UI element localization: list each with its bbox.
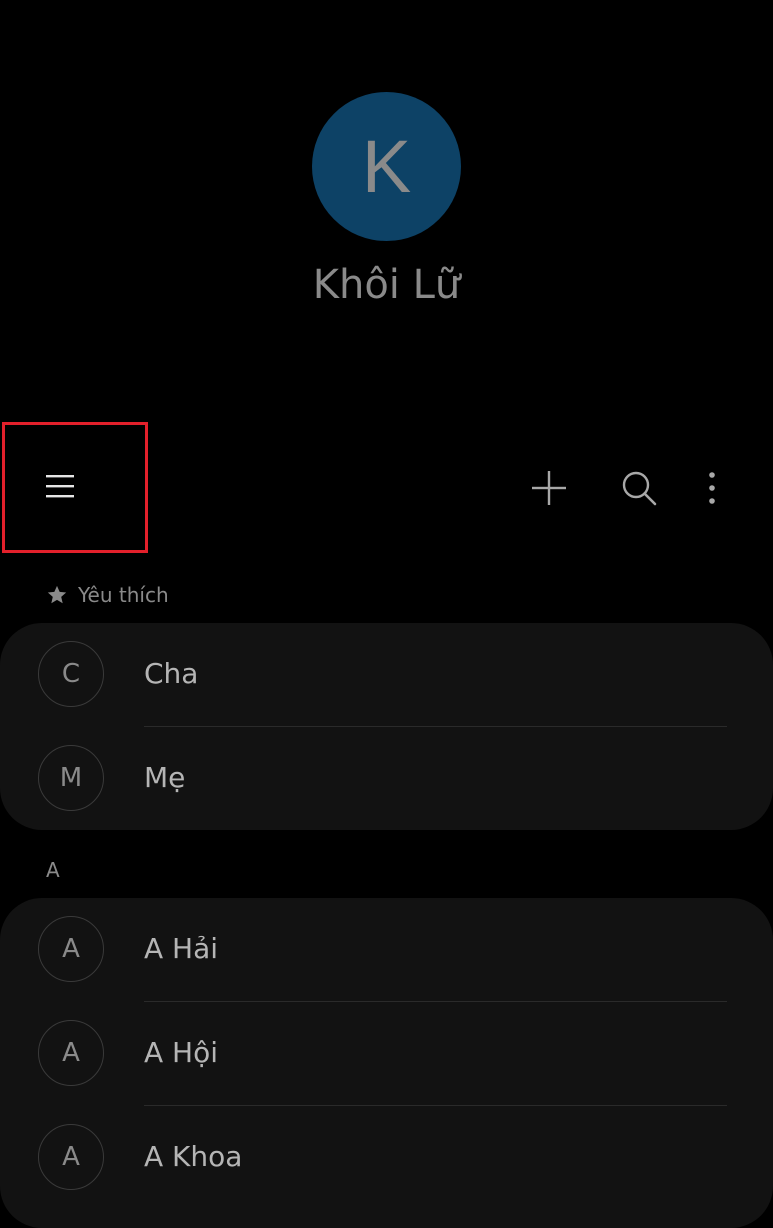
contact-avatar: A — [38, 916, 104, 982]
contact-row[interactable]: M Mẹ — [0, 727, 773, 830]
profile-avatar[interactable]: K — [312, 92, 461, 241]
add-contact-button[interactable] — [527, 466, 571, 510]
contact-avatar: C — [38, 641, 104, 707]
contact-avatar: A — [38, 1020, 104, 1086]
section-a-label: A — [46, 858, 60, 882]
search-icon — [622, 471, 657, 506]
contact-row[interactable]: A A Hải — [0, 898, 773, 1002]
contacts-list-a: A A Hải A A Hội A A Khoa — [0, 898, 773, 1228]
contact-avatar: M — [38, 745, 104, 811]
contact-name: Mẹ — [144, 761, 186, 794]
plus-icon — [532, 471, 566, 505]
menu-button[interactable] — [40, 466, 80, 506]
contact-row[interactable]: A A Hội — [0, 1002, 773, 1106]
contact-name: Cha — [144, 657, 199, 690]
more-options-button[interactable] — [690, 466, 734, 510]
star-icon — [47, 585, 67, 604]
favorites-list: C Cha M Mẹ — [0, 623, 773, 830]
contact-name: A Khoa — [144, 1140, 243, 1173]
contact-avatar: A — [38, 1124, 104, 1190]
contact-row[interactable]: C Cha — [0, 623, 773, 727]
favorites-header-label: Yêu thích — [78, 583, 169, 607]
profile-initial: K — [361, 125, 412, 208]
contact-row[interactable]: A A Khoa — [0, 1106, 773, 1210]
contact-name: A Hội — [144, 1036, 219, 1069]
search-button[interactable] — [617, 466, 661, 510]
section-a-header: A — [46, 858, 60, 882]
contact-name: A Hải — [144, 932, 219, 965]
more-vertical-icon — [709, 472, 715, 504]
profile-name[interactable]: Khôi Lữ — [0, 262, 773, 308]
favorites-header: Yêu thích — [46, 583, 169, 607]
hamburger-menu-icon — [46, 475, 74, 498]
toolbar — [0, 420, 773, 556]
